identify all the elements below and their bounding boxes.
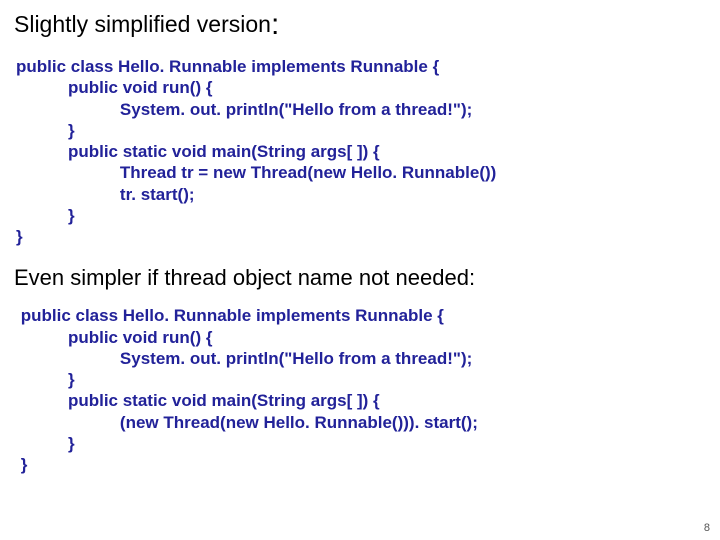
slide-heading-1: Slightly simplified version: xyxy=(14,8,706,42)
heading1-text: Slightly simplified version xyxy=(14,11,271,37)
page-number: 8 xyxy=(704,522,710,534)
heading1-colon: : xyxy=(271,8,279,41)
code-block-1: public class Hello. Runnable implements … xyxy=(14,56,706,247)
code-block-2: public class Hello. Runnable implements … xyxy=(14,305,706,475)
slide-heading-2: Even simpler if thread object name not n… xyxy=(14,265,706,291)
